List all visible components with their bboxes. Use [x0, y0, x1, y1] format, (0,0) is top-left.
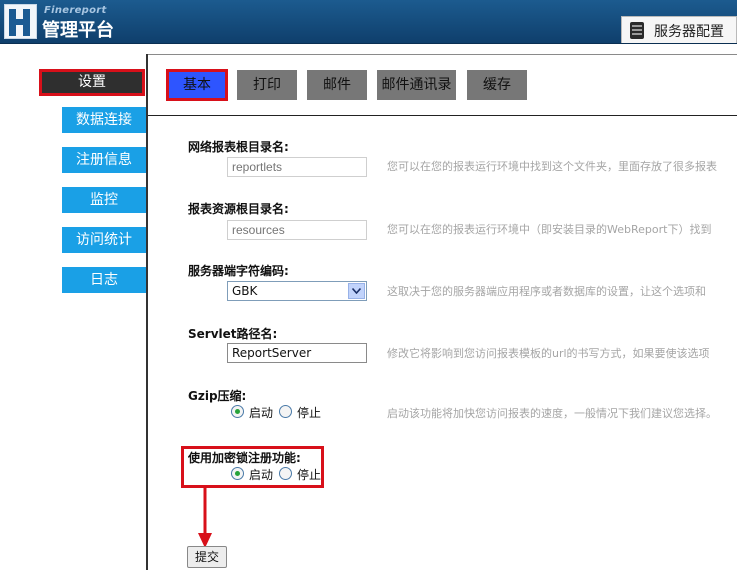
sidebar-item-monitor[interactable]: 监控 [62, 187, 146, 213]
gzip-help: 启动该功能将加快您访问报表的速度，一般情况下我们建议您选择。 [387, 407, 717, 420]
tab-cache[interactable]: 缓存 [467, 70, 527, 100]
report-root-input[interactable] [227, 157, 367, 177]
servlet-label: Servlet路径名: [188, 327, 278, 341]
sidebar-divider [146, 54, 148, 570]
gzip-off-label: 停止 [297, 406, 322, 420]
gzip-label: Gzip压缩: [188, 389, 247, 403]
finereport-logo-icon [4, 4, 37, 39]
brand-title: 管理平台 [42, 20, 114, 41]
servlet-input[interactable]: ReportServer [227, 343, 367, 363]
encoding-help: 这取决于您的服务器端应用程序或者数据库的设置，让这个选项和 [387, 285, 706, 298]
tab-print[interactable]: 打印 [237, 70, 297, 100]
sidebar-item-settings[interactable]: 设置 [39, 69, 145, 96]
page-root: Finereport 管理平台 服务器配置 设置 数据连接 注册信息 监控 访问… [0, 0, 737, 570]
resource-root-help: 您可以在您的报表运行环境中（即安装目录的WebReport下）找到 [387, 223, 712, 236]
encoding-value: GBK [232, 284, 258, 298]
tab-basic[interactable]: 基本 [166, 69, 228, 101]
sidebar-item-registration[interactable]: 注册信息 [62, 147, 146, 173]
encoding-select[interactable]: GBK [227, 281, 367, 301]
server-config-tab[interactable]: 服务器配置 [621, 16, 737, 43]
servlet-help: 修改它将影响到您访问报表模板的url的书写方式，如果要使该选项 [387, 347, 710, 360]
gzip-on-label: 启动 [249, 406, 274, 420]
resource-root-label: 报表资源根目录名: [188, 202, 289, 216]
report-root-label: 网络报表根目录名: [188, 140, 289, 154]
server-config-label: 服务器配置 [654, 24, 724, 40]
server-icon [630, 22, 644, 39]
top-header: Finereport 管理平台 服务器配置 [0, 0, 737, 44]
chevron-down-icon[interactable] [348, 283, 365, 299]
gzip-on-radio[interactable] [231, 405, 244, 418]
gzip-off-radio[interactable] [279, 405, 292, 418]
lock-highlight-box [181, 446, 324, 488]
submit-button[interactable]: 提交 [187, 546, 227, 568]
encoding-label: 服务器端字符编码: [188, 264, 289, 278]
gzip-radio-group: 启动 停止 [231, 404, 331, 420]
sidebar-item-logs[interactable]: 日志 [62, 267, 146, 293]
report-root-help: 您可以在您的报表运行环境中找到这个文件夹，里面存放了很多报表 [387, 160, 717, 173]
sidebar-item-access-stats[interactable]: 访问统计 [62, 227, 146, 253]
resource-root-input[interactable] [227, 220, 367, 240]
brand-subtitle: Finereport [44, 5, 107, 16]
tab-email-contacts[interactable]: 邮件通讯录 [377, 70, 456, 100]
arrow-down-icon [198, 487, 212, 548]
tab-email[interactable]: 邮件 [307, 70, 367, 100]
sidebar-item-data-connection[interactable]: 数据连接 [62, 107, 146, 133]
tab-rule [148, 115, 737, 116]
top-rule [148, 54, 737, 55]
